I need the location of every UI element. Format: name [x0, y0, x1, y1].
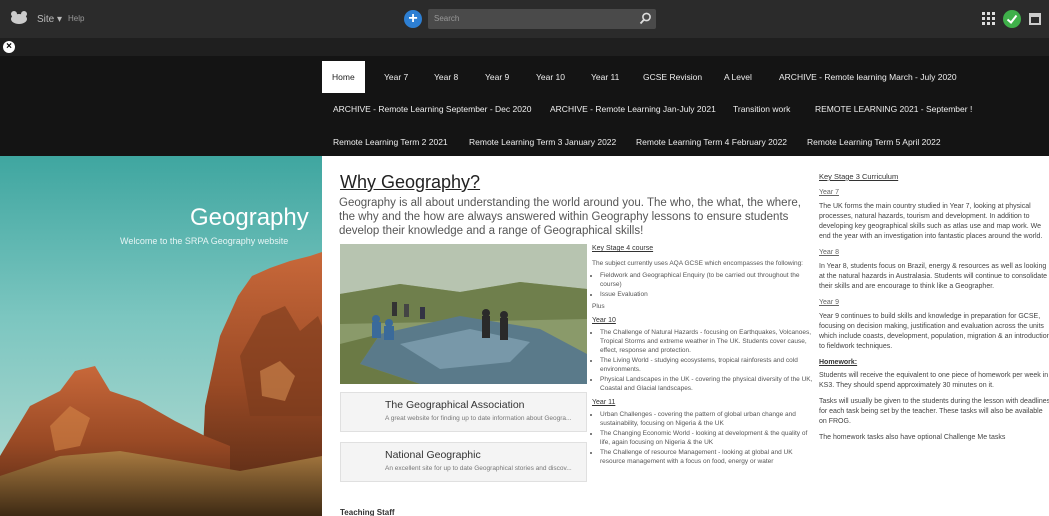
nav-archive-jan-july-2021[interactable]: ARCHIVE - Remote Learning Jan-July 2021	[550, 93, 716, 125]
nav-a-level[interactable]: A Level	[724, 61, 752, 93]
status-check-icon[interactable]	[1003, 10, 1021, 28]
search-placeholder: Search	[434, 14, 460, 23]
nav-transition-work[interactable]: Transition work	[733, 93, 790, 125]
ks4-heading: Key Stage 4 course	[592, 245, 654, 252]
list-item: Physical Landscapes in the UK - covering…	[600, 375, 814, 393]
ks4-plus: Plus	[592, 303, 605, 310]
year-9-link[interactable]: Year 9	[819, 298, 1049, 308]
nav-term-4-feb-2022[interactable]: Remote Learning Term 4 February 2022	[636, 126, 787, 158]
year-11-list: Urban Challenges - covering the pattern …	[600, 410, 814, 466]
nav-row-3: Remote Learning Term 2 2021 Remote Learn…	[0, 126, 1049, 158]
link-title: National Geographic	[385, 449, 481, 461]
year-8-link[interactable]: Year 8	[819, 248, 1049, 258]
nav-archive-sep-dec-2020[interactable]: ARCHIVE - Remote Learning September - De…	[333, 93, 531, 125]
site-menu[interactable]: Site ▾	[37, 14, 62, 25]
link-title: The Geographical Association	[385, 399, 525, 411]
year-7-link[interactable]: Year 7	[819, 188, 1049, 198]
nav-term-3-jan-2022[interactable]: Remote Learning Term 3 January 2022	[469, 126, 616, 158]
nav-year-11[interactable]: Year 11	[591, 61, 619, 93]
search-input[interactable]: Search	[428, 9, 656, 29]
close-bar: ×	[0, 38, 1049, 56]
year-8-text: In Year 8, students focus on Brazil, ene…	[819, 263, 1048, 290]
hero-subtitle: Welcome to the SRPA Geography website	[120, 236, 289, 246]
year-10-heading: Year 10	[592, 317, 616, 324]
year-9-text: Year 9 continues to build skills and kno…	[819, 313, 1049, 350]
key-stage-3-section: Key Stage 3 Curriculum Year 7 The UK for…	[819, 172, 1049, 449]
ks4-intro: The subject currently uses AQA GCSE whic…	[592, 260, 803, 267]
homework-text-3: The homework tasks also have optional Ch…	[819, 434, 1006, 441]
national-geographic-link[interactable]: National Geographic An excellent site fo…	[340, 442, 587, 482]
year-7-text: The UK forms the main country studied in…	[819, 203, 1043, 240]
ks3-heading[interactable]: Key Stage 3 Curriculum	[819, 172, 1049, 182]
nav-term-2-2021[interactable]: Remote Learning Term 2 2021	[333, 126, 448, 158]
nav-home[interactable]: Home	[322, 61, 365, 93]
list-item: The Challenge of Natural Hazards - focus…	[600, 328, 814, 355]
nav-year-10[interactable]: Year 10	[536, 61, 565, 93]
nav-remote-learning-sep-2021[interactable]: REMOTE LEARNING 2021 - September !	[815, 93, 972, 125]
top-toolbar: Site ▾ Help + Search	[0, 0, 1049, 38]
homework-text-2: Tasks will usually be given to the stude…	[819, 398, 1049, 425]
list-item: Issue Evaluation	[600, 290, 814, 299]
teaching-staff-heading: Teaching Staff	[340, 508, 395, 516]
nav-year-8[interactable]: Year 8	[434, 61, 458, 93]
help-link[interactable]: Help	[68, 14, 84, 23]
window-icon[interactable]	[1029, 13, 1041, 25]
apps-grid-icon[interactable]	[982, 12, 995, 25]
fieldwork-photo	[340, 244, 587, 384]
close-icon[interactable]: ×	[3, 41, 15, 53]
search-icon[interactable]	[639, 12, 652, 25]
add-icon[interactable]: +	[404, 10, 422, 28]
geographical-association-link[interactable]: The Geographical Association A great web…	[340, 392, 587, 432]
link-description: A great website for finding up to date i…	[385, 415, 572, 422]
list-item: The Changing Economic World - looking at…	[600, 429, 814, 447]
nav-row-2: ARCHIVE - Remote Learning September - De…	[0, 93, 1049, 125]
ks4-list: Fieldwork and Geographical Enquiry (to b…	[600, 271, 814, 299]
nav-archive-2020[interactable]: ARCHIVE - Remote learning March - July 2…	[779, 61, 957, 93]
key-stage-4-section: Key Stage 4 course The subject currently…	[592, 244, 814, 469]
link-description: An excellent site for up to date Geograp…	[385, 465, 572, 472]
hero-banner: Geography Welcome to the SRPA Geography …	[0, 156, 322, 516]
year-10-list: The Challenge of Natural Hazards - focus…	[600, 328, 814, 393]
nav-year-7[interactable]: Year 7	[384, 61, 408, 93]
nav-gcse-revision[interactable]: GCSE Revision	[643, 61, 702, 93]
homework-heading: Homework:	[819, 359, 858, 366]
main-content: Why Geography? Geography is all about un…	[322, 156, 1049, 516]
frog-logo-icon[interactable]	[10, 11, 28, 25]
page-title: Why Geography?	[340, 172, 481, 192]
nav-row-1: Home Year 7 Year 8 Year 9 Year 10 Year 1…	[0, 61, 1049, 93]
site-navigation: Home Year 7 Year 8 Year 9 Year 10 Year 1…	[0, 56, 1049, 156]
intro-text: Geography is all about understanding the…	[339, 197, 801, 237]
list-item: The Living World - studying ecosystems, …	[600, 356, 814, 374]
homework-text-1: Students will receive the equivalent to …	[819, 372, 1049, 389]
list-item: Fieldwork and Geographical Enquiry (to b…	[600, 271, 814, 289]
year-11-heading: Year 11	[592, 399, 616, 406]
nav-year-9[interactable]: Year 9	[485, 61, 509, 93]
nav-term-5-apr-2022[interactable]: Remote Learning Term 5 April 2022	[807, 126, 941, 158]
hero-title: Geography	[190, 204, 309, 231]
list-item: The Challenge of resource Management - l…	[600, 448, 814, 466]
list-item: Urban Challenges - covering the pattern …	[600, 410, 814, 428]
